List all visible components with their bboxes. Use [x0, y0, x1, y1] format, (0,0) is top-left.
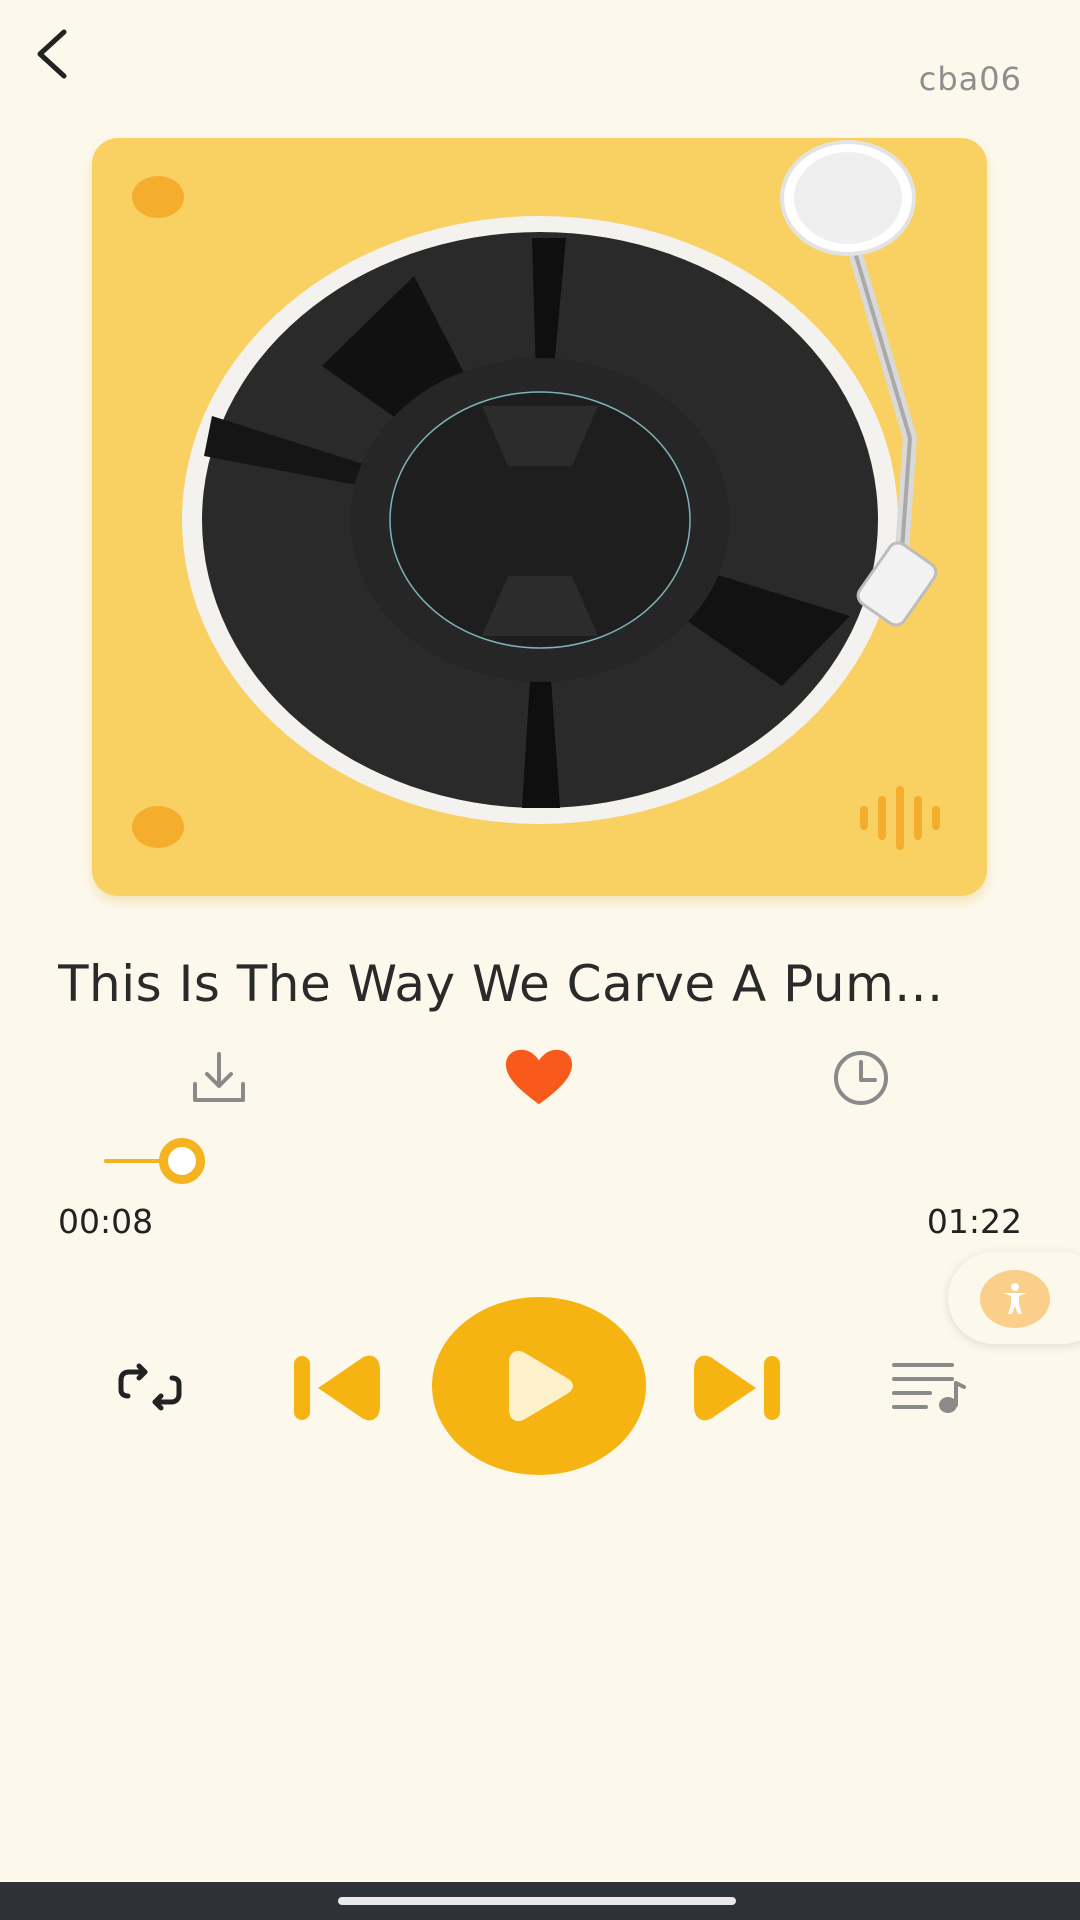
- next-button[interactable]: [690, 1350, 786, 1426]
- progress-slider[interactable]: [104, 1138, 904, 1184]
- download-icon: [193, 1052, 245, 1102]
- current-time: 00:08: [58, 1202, 154, 1241]
- track-title: This Is The Way We Carve A Pum...: [58, 955, 944, 1013]
- skip-previous-icon: [294, 1355, 380, 1421]
- play-icon: [509, 1350, 573, 1422]
- chevron-left-icon: [37, 29, 67, 79]
- playlist-button[interactable]: [888, 1355, 968, 1419]
- repeat-icon: [118, 1363, 182, 1411]
- accessibility-icon: [1003, 1283, 1027, 1314]
- skip-next-icon: [694, 1355, 780, 1421]
- progress-thumb[interactable]: [159, 1138, 205, 1184]
- timer-button[interactable]: [826, 1045, 896, 1111]
- download-button[interactable]: [184, 1045, 254, 1111]
- previous-button[interactable]: [288, 1350, 384, 1426]
- turntable-artwork: [92, 138, 987, 896]
- total-time: 01:22: [926, 1202, 1022, 1241]
- accessibility-button[interactable]: [980, 1270, 1050, 1328]
- accessibility-floating-widget: [948, 1252, 1080, 1344]
- heart-icon: [505, 1049, 573, 1105]
- playlist-icon: [892, 1363, 966, 1413]
- user-tag: cba06: [918, 60, 1022, 98]
- tonearm: [780, 140, 938, 627]
- repeat-button[interactable]: [110, 1355, 190, 1419]
- progress-track: [104, 1159, 904, 1163]
- favorite-button[interactable]: [504, 1045, 574, 1111]
- back-button[interactable]: [28, 24, 78, 84]
- system-navigation-bar: [0, 1882, 1080, 1920]
- sound-wave-icon: [860, 786, 940, 850]
- home-indicator[interactable]: [338, 1897, 736, 1905]
- play-button[interactable]: [432, 1297, 646, 1475]
- clock-icon: [834, 1051, 888, 1105]
